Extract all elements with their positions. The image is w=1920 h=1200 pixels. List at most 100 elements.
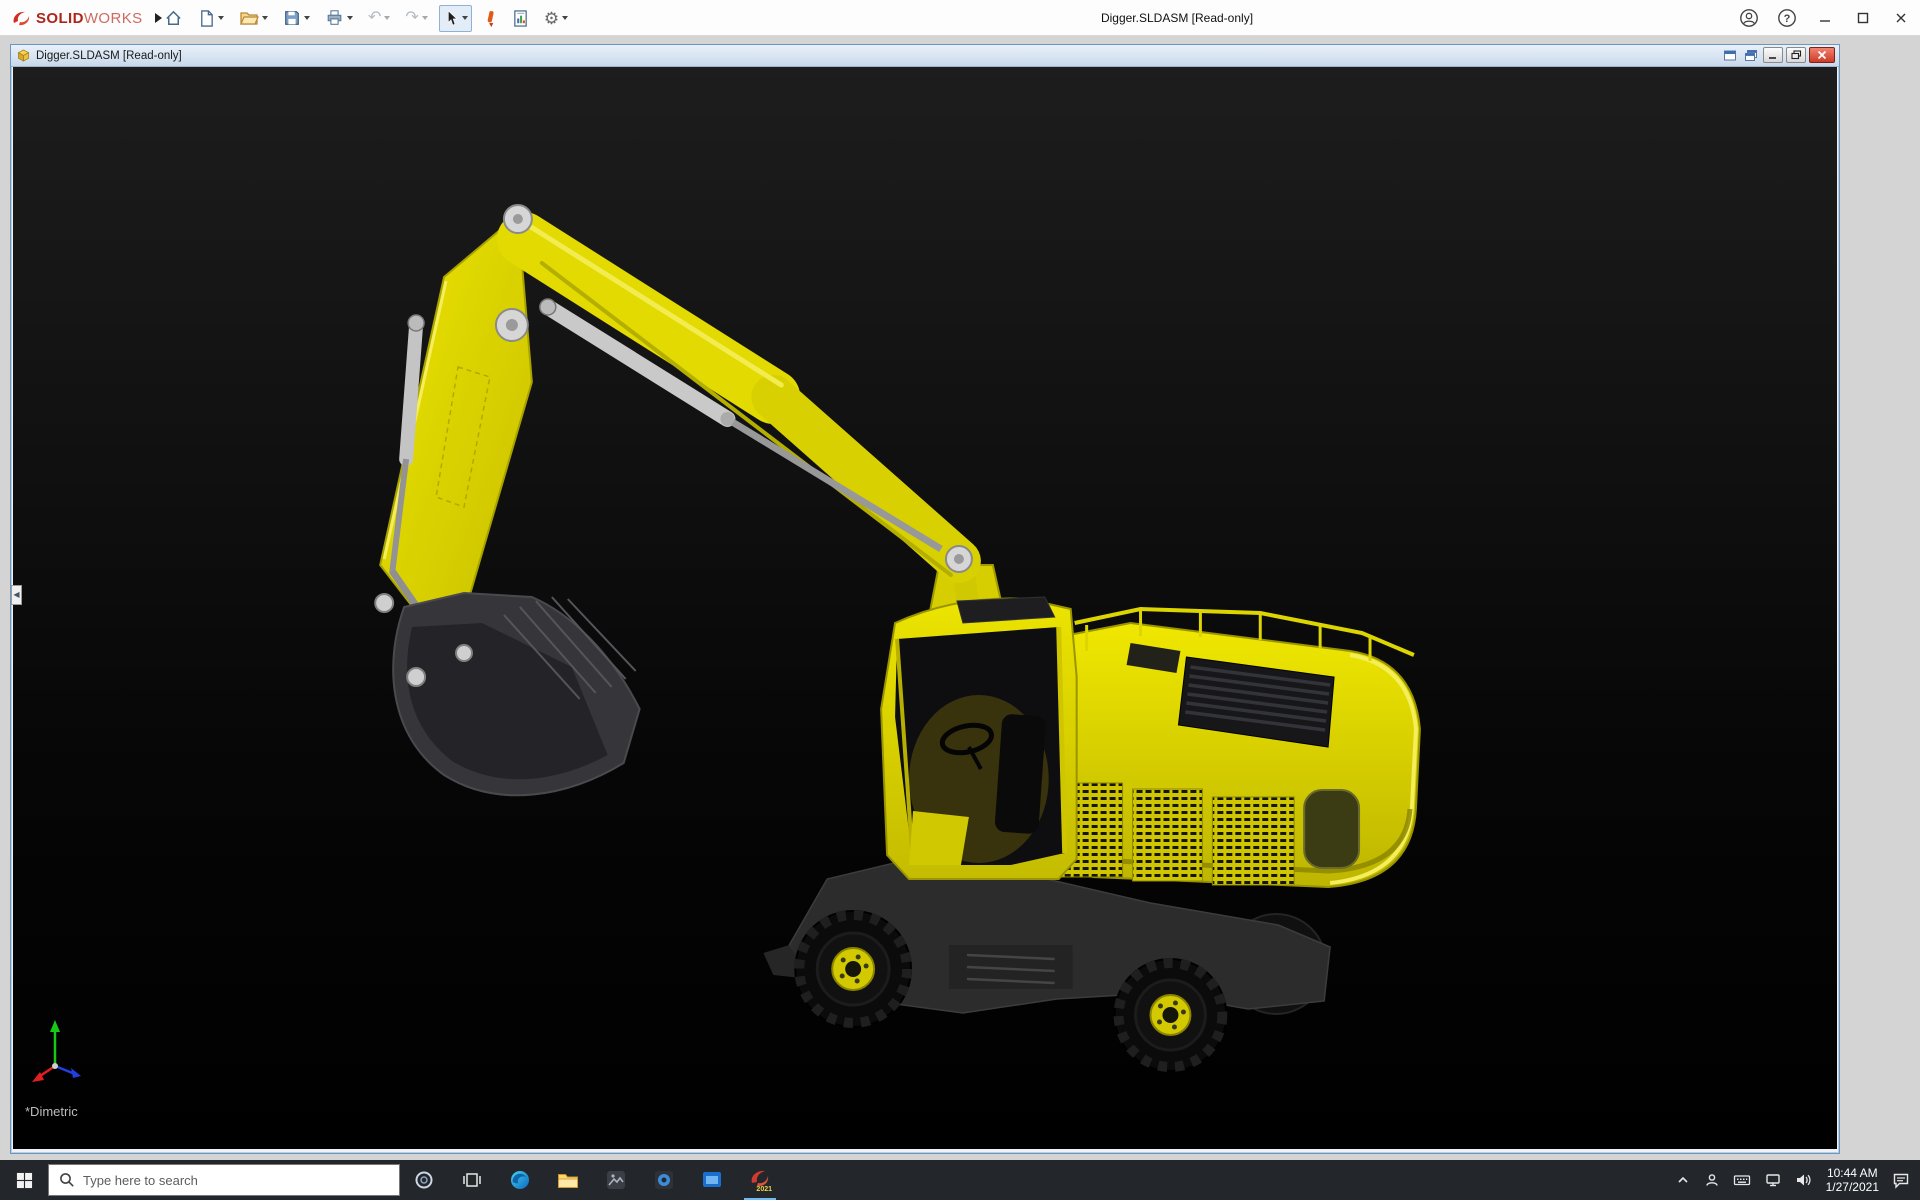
graphics-viewport[interactable]: *Dimetric — [13, 67, 1837, 1149]
screen: SOLIDWORKS ↶ ↷ ⚙ Digger.SLDASM [Read-onl… — [0, 0, 1920, 1200]
doc-close-button[interactable] — [1809, 47, 1835, 63]
doc-close-icon — [1817, 50, 1827, 60]
help-button[interactable]: ? — [1768, 0, 1806, 36]
windows-logo-icon — [16, 1172, 32, 1188]
cortana-button[interactable] — [400, 1160, 448, 1200]
undo-icon: ↶ — [368, 9, 382, 26]
app-title: Digger.SLDASM [Read-only] — [1100, 11, 1254, 25]
maximize-icon — [1857, 12, 1869, 24]
taskbar-app-edge[interactable] — [496, 1160, 544, 1200]
dropdown-caret[interactable] — [384, 16, 391, 20]
doc-restore-button[interactable] — [1786, 47, 1806, 63]
taskbar-clock[interactable]: 10:44 AM 1/27/2021 — [1826, 1166, 1879, 1194]
new-window-button[interactable] — [1721, 47, 1739, 63]
excavator-model[interactable] — [13, 67, 1837, 1149]
solidworks-year-badge: 2021 — [756, 1186, 772, 1192]
new-window-icon — [1724, 50, 1736, 60]
round-app-icon — [655, 1171, 673, 1189]
taskbar: Type here to search 2021 10:44 AM 1/27/2… — [0, 1160, 1920, 1200]
doc-restore-icon — [1790, 50, 1801, 60]
undo-button[interactable]: ↶ — [364, 5, 394, 32]
design-binder-icon — [514, 9, 527, 27]
dropdown-caret[interactable] — [461, 16, 468, 20]
volume-icon[interactable] — [1795, 1172, 1813, 1188]
brand-text: SOLIDWORKS — [36, 10, 143, 27]
app-titlebar: SOLIDWORKS ↶ ↷ ⚙ Digger.SLDASM [Read-onl… — [0, 0, 1920, 36]
dropdown-caret[interactable] — [304, 16, 310, 20]
hidden-icons-chevron[interactable] — [1675, 1173, 1691, 1187]
taskbar-app-file-explorer[interactable] — [544, 1160, 592, 1200]
close-icon — [1896, 13, 1906, 23]
dropdown-caret[interactable] — [562, 16, 569, 20]
select-tool-button[interactable] — [438, 4, 472, 32]
help-icon: ? — [1778, 9, 1796, 27]
collapse-arrow-icon: ◀ — [13, 590, 20, 599]
document-window-controls — [1721, 47, 1835, 63]
minimize-button[interactable] — [1806, 0, 1844, 36]
design-binder-button[interactable] — [508, 5, 533, 32]
save-button[interactable] — [279, 5, 314, 32]
dropdown-caret[interactable] — [262, 16, 268, 20]
taskbar-app-round[interactable] — [640, 1160, 688, 1200]
clock-time: 10:44 AM — [1826, 1166, 1878, 1180]
document-titlebar[interactable]: Digger.SLDASM [Read-only] — [11, 45, 1839, 67]
new-document-icon — [201, 9, 213, 27]
minimize-icon — [1820, 20, 1830, 22]
print-button[interactable] — [321, 5, 357, 32]
task-view-button[interactable] — [448, 1160, 496, 1200]
redo-button[interactable]: ↷ — [401, 5, 431, 32]
dropdown-caret[interactable] — [218, 16, 224, 20]
marker-pen-icon — [487, 10, 494, 27]
taskbar-app-window[interactable] — [688, 1160, 736, 1200]
close-button[interactable] — [1882, 0, 1920, 36]
network-icon[interactable] — [1764, 1172, 1782, 1188]
taskbar-app-solidworks[interactable]: 2021 — [736, 1160, 784, 1200]
maximize-button[interactable] — [1844, 0, 1882, 36]
dropdown-caret[interactable] — [421, 16, 428, 20]
file-explorer-icon — [558, 1173, 578, 1188]
options-button[interactable]: ⚙ — [540, 5, 572, 32]
solidworks-logo: SOLIDWORKS — [10, 7, 162, 29]
open-button[interactable] — [235, 5, 272, 32]
save-icon — [285, 11, 299, 25]
start-button[interactable] — [0, 1160, 48, 1200]
account-button[interactable] — [1730, 0, 1768, 36]
solidworks-ds-mark-icon — [13, 11, 30, 26]
select-cursor-icon — [447, 10, 458, 26]
cortana-icon — [415, 1171, 433, 1189]
side-vent-panel — [1211, 796, 1295, 886]
taskbar-search-box[interactable]: Type here to search — [48, 1164, 400, 1196]
rear-left-wheel[interactable] — [1113, 958, 1228, 1072]
photos-app-icon — [607, 1171, 625, 1189]
gear-icon: ⚙ — [543, 8, 560, 28]
keyboard-icon[interactable] — [1733, 1172, 1751, 1188]
doc-minimize-button[interactable] — [1763, 47, 1783, 63]
solidworks-icon: 2021 — [751, 1170, 772, 1192]
search-placeholder: Type here to search — [83, 1172, 198, 1188]
action-center-icon[interactable] — [1892, 1172, 1910, 1189]
marker-button[interactable] — [479, 5, 501, 32]
front-left-wheel[interactable] — [794, 910, 913, 1028]
new-document-button[interactable] — [194, 5, 228, 32]
system-tray: 10:44 AM 1/27/2021 — [1675, 1160, 1920, 1200]
print-icon — [327, 10, 342, 25]
reference-triad — [27, 1016, 91, 1093]
open-folder-icon — [240, 12, 259, 25]
cab[interactable] — [880, 596, 1078, 880]
featuremanager-collapse-tab[interactable]: ◀ — [11, 585, 22, 605]
dropdown-caret[interactable] — [347, 16, 353, 20]
search-icon — [60, 1173, 74, 1187]
doc-minimize-icon — [1769, 57, 1776, 59]
home-button[interactable] — [160, 5, 187, 32]
taskbar-app-photos[interactable] — [592, 1160, 640, 1200]
brand-solid: SOLID — [36, 9, 84, 27]
document-title: Digger.SLDASM [Read-only] — [36, 49, 182, 62]
app-client-area: Digger.SLDASM [Read-only] *Dimetric ◀ — [0, 37, 1920, 1160]
assembly-icon — [17, 49, 30, 62]
account-icon — [1740, 9, 1758, 27]
cascade-window-button[interactable] — [1742, 47, 1760, 63]
edge-icon — [511, 1171, 529, 1189]
person-icon[interactable] — [1704, 1172, 1720, 1188]
svg-text:?: ? — [1784, 13, 1791, 25]
view-orientation-label: *Dimetric — [25, 1104, 78, 1119]
